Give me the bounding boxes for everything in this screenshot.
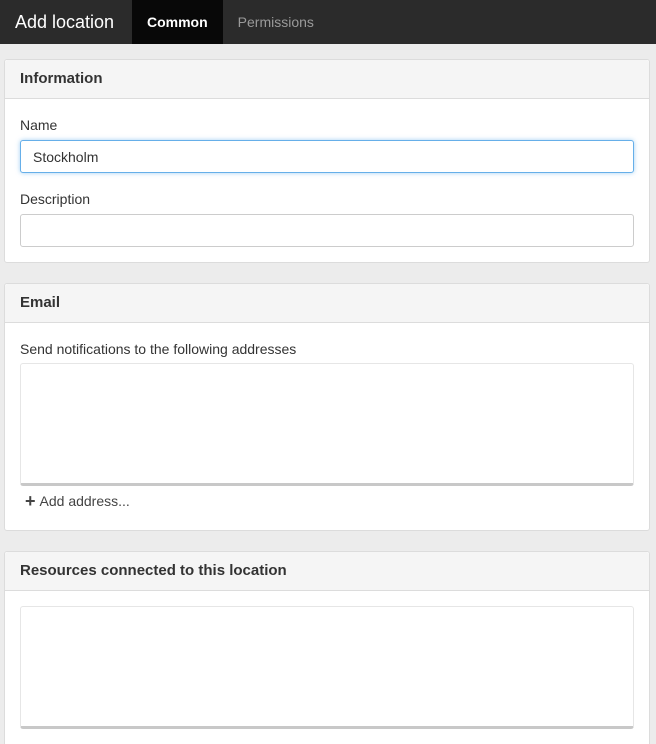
description-field[interactable] bbox=[20, 214, 634, 247]
add-address-button[interactable]: + Add address... bbox=[25, 491, 130, 511]
add-address-label: Add address... bbox=[39, 493, 130, 509]
plus-icon: + bbox=[25, 491, 36, 511]
resources-list[interactable] bbox=[20, 606, 634, 729]
email-heading: Email bbox=[5, 284, 649, 323]
name-field[interactable] bbox=[20, 140, 634, 173]
information-panel: Information Name Description bbox=[4, 59, 650, 263]
name-label: Name bbox=[20, 117, 58, 133]
email-address-list[interactable] bbox=[20, 363, 634, 486]
description-label: Description bbox=[20, 191, 91, 207]
page-title: Add location bbox=[15, 12, 115, 32]
tab-permissions[interactable]: Permissions bbox=[223, 0, 329, 44]
resources-panel: Resources connected to this location bbox=[4, 551, 650, 744]
email-panel: Email Send notifications to the followin… bbox=[4, 283, 650, 531]
tab-common[interactable]: Common bbox=[132, 0, 223, 44]
top-bar: Add location Common Permissions bbox=[0, 0, 656, 44]
information-heading: Information bbox=[5, 60, 649, 99]
notify-label: Send notifications to the following addr… bbox=[20, 341, 297, 357]
resources-heading: Resources connected to this location bbox=[5, 552, 649, 591]
